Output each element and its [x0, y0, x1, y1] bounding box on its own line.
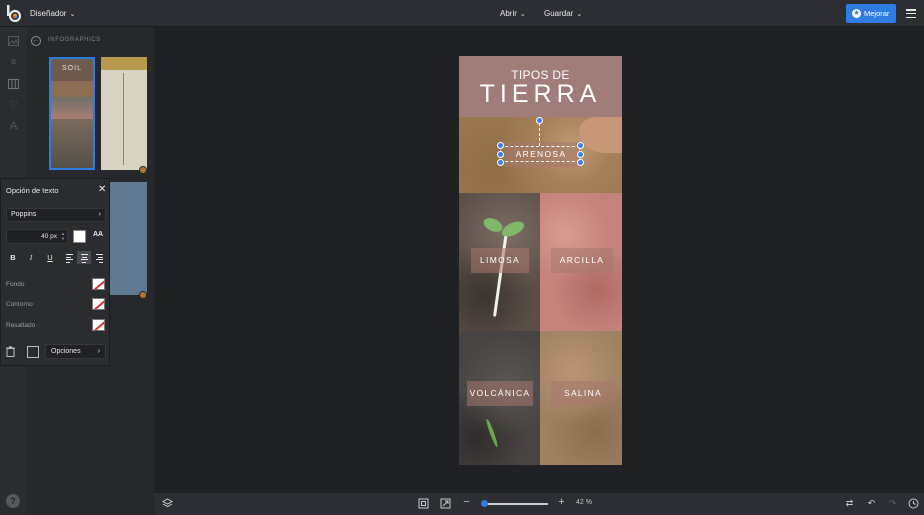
- outline-label: Contorno: [6, 301, 33, 308]
- logo-icon[interactable]: [7, 5, 21, 22]
- copy-icon[interactable]: [27, 346, 39, 358]
- stepper-icon[interactable]: ▲ ▼: [61, 231, 65, 241]
- hamburger-icon[interactable]: [906, 9, 916, 19]
- save-menu[interactable]: Guardar ⌄: [544, 0, 582, 27]
- close-icon[interactable]: ✕: [98, 184, 106, 195]
- heading-big[interactable]: TIERRA: [459, 80, 622, 109]
- resize-handle-bottom-left[interactable]: [497, 159, 504, 166]
- align-center-icon[interactable]: [77, 251, 91, 264]
- chevron-down-icon: ⌄: [519, 11, 526, 18]
- full-screen-icon[interactable]: [440, 498, 451, 509]
- image-icon[interactable]: [8, 36, 19, 47]
- rotate-handle[interactable]: [536, 117, 543, 124]
- font-select[interactable]: Poppins ›: [6, 208, 106, 222]
- underline-button[interactable]: U: [44, 251, 56, 264]
- sprout-image: [493, 231, 508, 317]
- font-name: Poppins: [11, 211, 37, 218]
- repeat-icon[interactable]: ⇄: [844, 498, 855, 509]
- hand-image: [579, 117, 622, 153]
- undo-icon[interactable]: ↶: [866, 498, 877, 509]
- layers-icon[interactable]: [161, 498, 174, 509]
- infographic-header: TIPOS DE TIERRA: [459, 56, 622, 117]
- label-limosa[interactable]: LIMOSA: [471, 248, 529, 273]
- resize-handle-right[interactable]: [577, 151, 584, 158]
- text-options-title: Opción de texto: [6, 186, 59, 195]
- save-label: Guardar: [544, 9, 574, 18]
- columns-icon[interactable]: [8, 79, 19, 90]
- top-bar: Diseñador ⌄ Abrir ⌄ Guardar ⌄ ★ Mejorar: [0, 0, 924, 27]
- template-thumbnail-soil[interactable]: SOIL: [49, 57, 95, 170]
- chevron-right-icon: ›: [98, 211, 101, 218]
- designer-label: Diseñador: [30, 9, 67, 18]
- help-icon[interactable]: ?: [6, 494, 20, 508]
- background-color-swatch[interactable]: [92, 278, 105, 290]
- panel-title: INFOGRAPHICS: [48, 37, 101, 43]
- selection-box[interactable]: [500, 146, 580, 162]
- thumbnail-title: SOIL: [62, 65, 82, 72]
- open-menu[interactable]: Abrir ⌄: [500, 0, 526, 27]
- resize-handle-bottom-right[interactable]: [577, 159, 584, 166]
- upgrade-label: Mejorar: [864, 9, 890, 18]
- resize-handle-top-right[interactable]: [577, 142, 584, 149]
- fit-screen-icon[interactable]: [418, 498, 429, 509]
- options-label: Opciones: [51, 348, 81, 355]
- rotation-guide: [539, 123, 540, 146]
- designer-menu[interactable]: Diseñador ⌄: [30, 0, 75, 27]
- design-canvas[interactable]: TIPOS DE TIERRA ARENOSA LIMOSA ARCILLA V…: [459, 56, 622, 465]
- chevron-right-icon: ›: [97, 348, 100, 355]
- label-arcilla[interactable]: ARCILLA: [551, 248, 613, 273]
- chevron-down-icon: ⌄: [69, 11, 76, 18]
- star-icon: ★: [852, 9, 861, 18]
- outline-color-swatch[interactable]: [92, 298, 105, 310]
- redo-icon[interactable]: ↷: [887, 498, 898, 509]
- grass-image: [484, 418, 500, 448]
- trash-icon[interactable]: [6, 346, 17, 358]
- leaf-image: [499, 218, 527, 240]
- zoom-slider-handle[interactable]: [481, 500, 488, 507]
- font-icon[interactable]: A: [8, 121, 19, 132]
- text-color-swatch[interactable]: [73, 230, 86, 243]
- premium-badge-icon: [139, 166, 147, 174]
- chevron-down-icon: ⌄: [576, 11, 583, 18]
- font-size-value: 40 px: [41, 233, 57, 240]
- align-left-icon[interactable]: [63, 251, 75, 264]
- bold-button[interactable]: B: [7, 251, 19, 264]
- align-right-icon[interactable]: [93, 251, 105, 264]
- zoom-out-icon[interactable]: −: [461, 497, 472, 508]
- bottom-toolbar: − + 42 % ⇄ ↶ ↷: [154, 493, 924, 515]
- resize-handle-left[interactable]: [497, 151, 504, 158]
- label-volcanica[interactable]: VOLCÁNICA: [467, 381, 533, 406]
- back-arrow-icon[interactable]: ←: [31, 36, 41, 46]
- zoom-level: 42 %: [576, 499, 592, 506]
- text-icon[interactable]: ≡: [8, 57, 19, 68]
- zoom-slider[interactable]: [484, 503, 548, 505]
- label-salina[interactable]: SALINA: [551, 381, 615, 406]
- template-thumbnail-timeline[interactable]: [101, 57, 147, 170]
- upgrade-button[interactable]: ★ Mejorar: [846, 4, 896, 23]
- options-button[interactable]: Opciones ›: [45, 344, 106, 359]
- open-label: Abrir: [500, 9, 517, 18]
- zoom-in-icon[interactable]: +: [556, 497, 567, 508]
- background-label: Fondo: [6, 281, 25, 288]
- text-case-button[interactable]: AA: [93, 231, 103, 238]
- italic-button[interactable]: I: [25, 251, 37, 264]
- text-options-panel: Opción de texto ✕ Poppins › 40 px ▲ ▼ AA …: [0, 178, 110, 366]
- premium-badge-icon: [139, 291, 147, 299]
- highlight-label: Resaltado: [6, 322, 36, 329]
- highlight-color-swatch[interactable]: [92, 319, 105, 331]
- resize-handle-top-left[interactable]: [497, 142, 504, 149]
- heart-icon[interactable]: ♡: [8, 100, 19, 111]
- font-size-input[interactable]: 40 px ▲ ▼: [6, 229, 68, 244]
- history-icon[interactable]: [908, 498, 919, 509]
